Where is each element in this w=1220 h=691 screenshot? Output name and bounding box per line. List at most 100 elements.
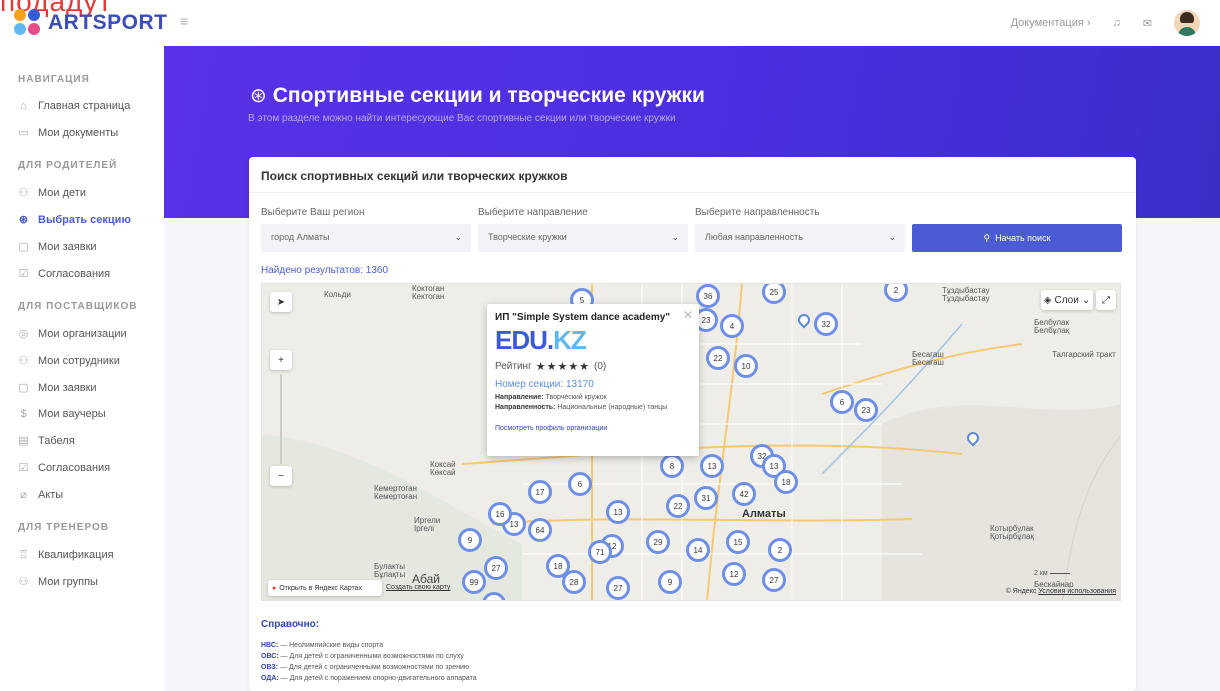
map-cluster[interactable]: 14 xyxy=(686,538,710,562)
edu-kz-logo: EDU.KZ xyxy=(495,325,587,355)
map-place-label: Кемертоған xyxy=(374,492,418,501)
sidebar-item[interactable]: ⌀ Акты xyxy=(0,481,164,508)
map-place-label: Белбұлақ xyxy=(1034,326,1070,335)
zoom-in-button[interactable]: + xyxy=(270,350,292,370)
sidebar-item-label: Мои организации xyxy=(38,327,127,340)
app-logo[interactable]: ARTSPORT xyxy=(14,9,168,37)
close-icon[interactable]: ✕ xyxy=(683,308,693,322)
sidebar-item[interactable]: ⚇ Мои дети xyxy=(0,179,164,206)
sidebar-item[interactable]: ⚇ Мои сотрудники xyxy=(0,347,164,374)
geolocation-icon[interactable]: ➤ xyxy=(270,292,292,312)
popup-title: ИП "Simple System dance academy" xyxy=(495,312,671,323)
mail-icon[interactable]: ✉ xyxy=(1143,17,1152,30)
open-yandex-button[interactable]: ● Открыть в Яндекс Картах xyxy=(268,580,382,596)
sidebar-item-label: Согласования xyxy=(38,267,111,280)
sidebar-item[interactable]: $ Мои ваучеры xyxy=(0,401,164,427)
users-icon: ⚇ xyxy=(18,355,29,367)
map-cluster[interactable]: 71 xyxy=(588,540,612,564)
map-cluster[interactable]: 10 xyxy=(734,354,758,378)
terms-link[interactable]: Условия использования xyxy=(1038,588,1116,595)
sidebar-item[interactable]: ▭ Мои документы xyxy=(0,119,164,146)
sidebar-item[interactable]: ⚇ Мои группы xyxy=(0,568,164,595)
layers-icon: ◈ xyxy=(1043,294,1052,306)
home-icon: ⌂ xyxy=(20,100,27,112)
map-cluster[interactable]: 36 xyxy=(696,284,720,308)
focus-select[interactable]: Любая направленность ⌄ xyxy=(695,224,905,252)
logo-icon xyxy=(14,9,42,37)
sidebar-item[interactable]: ▢ Мои заявки xyxy=(0,374,164,401)
map-cluster[interactable]: 32 xyxy=(814,312,838,336)
sidebar-item[interactable]: ▤ Табеля xyxy=(0,427,164,454)
map-cluster[interactable]: 12 xyxy=(722,562,746,586)
map-cluster[interactable]: 27 xyxy=(606,576,630,600)
sidebar-section-title: ДЛЯ ТРЕНЕРОВ xyxy=(18,522,109,533)
map-cluster[interactable]: 27 xyxy=(484,556,508,580)
map-cluster[interactable]: 9 xyxy=(458,528,482,552)
map-cluster[interactable]: 29 xyxy=(646,530,670,554)
map-place-label: Талгарский тракт xyxy=(1052,350,1116,359)
fullscreen-icon[interactable]: ⤢ xyxy=(1096,290,1116,310)
map-cluster[interactable]: 13 xyxy=(606,500,630,524)
map-copyright: © Яндекс Условия использования xyxy=(1005,588,1116,595)
section-number: Номер секции: 13170 xyxy=(495,379,594,390)
direction-line: Направление: Творческий кружок xyxy=(495,394,607,401)
sidebar-item-label: Акты xyxy=(38,488,64,501)
search-button[interactable]: ⚲ Начать поиск xyxy=(912,224,1122,252)
map-cluster[interactable]: 6 xyxy=(830,390,854,414)
map-cluster[interactable]: 8 xyxy=(660,454,684,478)
sidebar-item-label: Главная страница xyxy=(38,100,131,112)
sidebar-item-label: Мои заявки xyxy=(38,240,97,253)
map-cluster[interactable]: 2 xyxy=(768,538,792,562)
map-cluster[interactable]: 6 xyxy=(568,472,592,496)
map-cluster[interactable]: 16 xyxy=(488,502,512,526)
map-cluster[interactable]: 28 xyxy=(562,570,586,594)
map-cluster[interactable]: 18 xyxy=(774,470,798,494)
region-select[interactable]: город Алматы ⌄ xyxy=(261,224,471,252)
map-cluster[interactable]: 64 xyxy=(528,518,552,542)
sidebar-item[interactable]: ▢ Мои заявки xyxy=(0,233,164,260)
check-icon: ☑ xyxy=(18,268,29,280)
sidebar-item-label: Выбрать секцию xyxy=(38,213,131,226)
chevron-down-icon: ⌄ xyxy=(888,232,896,242)
location-pin-icon: ● xyxy=(272,584,277,592)
reference-line: ОДА: — Для детей с поражением опорно-дви… xyxy=(261,675,477,682)
zoom-slider[interactable] xyxy=(280,374,282,464)
map-cluster[interactable]: 22 xyxy=(706,346,730,370)
sidebar-section-title: ДЛЯ ПОСТАВЩИКОВ xyxy=(18,301,138,312)
map-cluster[interactable]: 23 xyxy=(854,398,878,422)
bell-icon[interactable]: ♫ xyxy=(1113,17,1121,29)
reference-line: ОВС: — Для детей с ограниченными возможн… xyxy=(261,653,464,660)
sidebar-item[interactable]: ⌂ Главная страница xyxy=(0,93,164,119)
map-cluster[interactable]: 99 xyxy=(462,570,486,594)
map-cluster[interactable]: 4 xyxy=(720,314,744,338)
map-cluster[interactable]: 9 xyxy=(658,570,682,594)
map-place-label: Қотырбұлақ xyxy=(990,532,1034,541)
map-cluster[interactable]: 17 xyxy=(528,480,552,504)
sidebar-item[interactable]: ☑ Согласования xyxy=(0,260,164,287)
menu-icon[interactable]: ≡ xyxy=(180,13,188,29)
avatar[interactable] xyxy=(1174,10,1200,36)
zoom-out-button[interactable]: − xyxy=(270,466,292,486)
map-cluster[interactable]: 42 xyxy=(732,482,756,506)
map-cluster[interactable]: 15 xyxy=(726,530,750,554)
sidebar-item[interactable]: ⊛ Выбрать секцию xyxy=(0,206,164,233)
map-cluster[interactable]: 22 xyxy=(666,494,690,518)
map-cluster[interactable]: 13 xyxy=(700,454,724,478)
map-place-label: Көксай xyxy=(430,468,456,477)
direction-select[interactable]: Творческие кружки ⌄ xyxy=(478,224,688,252)
create-map-link[interactable]: Создать свою карту xyxy=(386,584,450,591)
folder-icon: ▭ xyxy=(18,127,29,139)
search-icon: ⚲ xyxy=(983,232,991,243)
layers-button[interactable]: ◈ Слои ⌄ xyxy=(1041,290,1093,310)
sidebar-item[interactable]: ◎ Мои организации xyxy=(0,320,164,347)
sheet-icon: ▤ xyxy=(18,435,29,447)
profile-link[interactable]: Посмотреть профиль организации xyxy=(495,425,691,432)
sidebar-item[interactable]: ♖ Квалификация xyxy=(0,541,164,568)
map[interactable]: ➤ + − ◈ Слои ⌄ ⤢ Кольди Коктоган Кектоган Т… xyxy=(261,283,1121,601)
map-cluster[interactable]: 27 xyxy=(762,568,786,592)
docs-link[interactable]: Документация › xyxy=(1011,17,1091,29)
map-cluster[interactable]: 31 xyxy=(694,486,718,510)
page-subtitle: В этом разделе можно найти интересующие … xyxy=(248,113,676,124)
sidebar-item[interactable]: ☑ Согласования xyxy=(0,454,164,481)
reference-line: ОВЗ: — Для детей с ограниченными возможн… xyxy=(261,664,470,671)
